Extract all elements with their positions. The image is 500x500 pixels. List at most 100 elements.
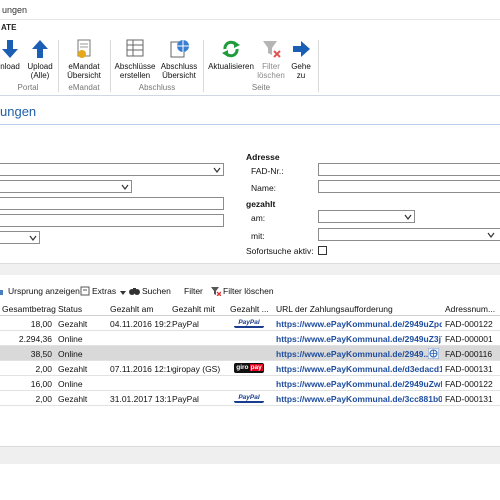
- emandat-document-icon: [77, 39, 91, 58]
- extras-dropdown-button[interactable]: Extras: [80, 286, 128, 296]
- cell-paid-with: PayPal: [172, 394, 199, 404]
- cell-url[interactable]: https://www.ePayKommunal.de/3cc881b0-...: [276, 394, 442, 404]
- instant-search-label: Sofortsuche aktiv:: [246, 246, 314, 256]
- create-closings-button[interactable]: Abschlüsse erstellen: [114, 38, 156, 80]
- globe-document-icon: [170, 40, 189, 58]
- extras-icon: [80, 286, 90, 296]
- cell-address-number: FAD-000001: [445, 334, 493, 344]
- cell-url[interactable]: https://www.ePayKommunal.de/2949...: [276, 349, 442, 359]
- emandat-label: eMandat Übersicht: [67, 62, 101, 80]
- upload-label: Upload (Alle): [27, 62, 53, 80]
- name-field[interactable]: [318, 180, 500, 193]
- group-label-seite: Seite: [251, 83, 271, 92]
- cell-paid-on: 04.11.2016 19:21: [110, 319, 172, 329]
- download-button[interactable]: nload: [0, 38, 24, 71]
- filter-text-2[interactable]: [0, 214, 224, 227]
- table-row[interactable]: 2,00 Gezahlt 31.01.2017 13:18 PayPal https:/…: [0, 391, 500, 406]
- table-row[interactable]: 18,00 Gezahlt 04.11.2016 19:21 PayPal https:…: [0, 316, 500, 331]
- instant-search-checkbox[interactable]: [318, 246, 327, 255]
- column-header-paid-with[interactable]: Gezahlt mit: [172, 304, 228, 314]
- chevron-down-icon: [121, 184, 129, 190]
- cell-address-number: FAD-000131: [445, 364, 493, 374]
- refresh-button[interactable]: Aktualisieren: [206, 38, 256, 71]
- fad-label: FAD-Nr.:: [251, 166, 284, 176]
- table-row[interactable]: 2,00 Gezahlt 07.11.2016 12:16 giropay (GS) h…: [0, 361, 500, 376]
- cell-url[interactable]: https://www.ePayKommunal.de/2949uZ3j7...: [276, 334, 442, 344]
- column-header-total[interactable]: Gesamtbetrag: [2, 304, 58, 314]
- cell-address-number: FAD-000131: [445, 394, 493, 404]
- cell-status: Online: [58, 379, 83, 389]
- cell-url[interactable]: https://www.ePayKommunal.de/2949uZwb...: [276, 379, 442, 389]
- refresh-icon: [222, 40, 240, 58]
- cell-url[interactable]: https://www.ePayKommunal.de/d3edacd1-...: [276, 364, 442, 374]
- closing-overview-label: Abschluss Übersicht: [160, 62, 198, 80]
- filter-clear-icon: [263, 41, 281, 58]
- show-origin-button[interactable]: Ursprung anzeigen: [0, 286, 80, 296]
- cell-status: Gezahlt: [58, 394, 88, 404]
- cell-total: 2.294,36: [18, 334, 52, 344]
- chevron-down-icon: [404, 214, 412, 220]
- ribbon-separator: [110, 40, 111, 92]
- column-header-paid-logo[interactable]: Gezahlt ...: [230, 304, 270, 314]
- column-header-status[interactable]: Status: [58, 304, 104, 314]
- emandat-overview-button[interactable]: eMandat Übersicht: [62, 38, 106, 80]
- filter-text-1[interactable]: [0, 197, 224, 210]
- bottom-panel: [0, 446, 500, 464]
- cell-address-number: FAD-000116: [445, 349, 493, 359]
- search-button[interactable]: Suchen: [129, 286, 171, 296]
- cell-paid-with: PayPal: [172, 319, 199, 329]
- clear-filter-ribbon-button[interactable]: Filter löschen: [256, 38, 286, 80]
- cell-total: 16,00: [30, 379, 52, 389]
- cell-url[interactable]: https://www.ePayKommunal.de/2949uZpd...: [276, 319, 442, 329]
- refresh-label: Aktualisieren: [208, 62, 254, 71]
- arrow-right-icon: [293, 41, 310, 57]
- paid-on-label: am:: [251, 213, 266, 223]
- paypal-logo-text: PayPal: [238, 394, 260, 401]
- giropay-logo-text-left: giro: [236, 364, 249, 371]
- show-origin-label: Ursprung anzeigen: [8, 286, 80, 296]
- cell-paid-with: giropay (GS): [172, 364, 221, 374]
- open-url-globe-icon[interactable]: [428, 348, 439, 359]
- group-label-portal: Portal: [17, 83, 39, 92]
- clear-filter-button[interactable]: Filter löschen: [211, 286, 274, 297]
- binoculars-icon: [129, 288, 140, 295]
- column-header-address-number[interactable]: Adressnum...: [445, 304, 500, 314]
- table-row[interactable]: 38,50 Online https://www.ePayKommunal.de/2…: [0, 346, 500, 361]
- caret-down-icon: [120, 291, 127, 295]
- ribbon-separator: [58, 40, 59, 92]
- extras-label: Extras: [92, 286, 117, 296]
- filter-combo-3[interactable]: [0, 231, 40, 244]
- filter-label: Filter: [184, 286, 203, 296]
- table-row[interactable]: 16,00 Online https://www.ePayKommunal.de/2…: [0, 376, 500, 391]
- table-row[interactable]: 2.294,36 Online https://www.ePayKommunal.d…: [0, 331, 500, 346]
- column-header-paid-on[interactable]: Gezahlt am: [110, 304, 170, 314]
- cell-paid-on: 31.01.2017 13:18: [110, 394, 172, 404]
- filter-clear-icon: [211, 287, 222, 297]
- cell-status: Gezahlt: [58, 364, 88, 374]
- fad-number-field[interactable]: [318, 163, 500, 176]
- upload-arrow-icon: [32, 40, 48, 58]
- origin-icon: [0, 290, 3, 295]
- cell-status: Gezahlt: [58, 319, 88, 329]
- filter-combo-1[interactable]: [0, 163, 224, 176]
- closing-overview-button[interactable]: Abschluss Übersicht: [158, 38, 200, 80]
- table-document-icon: [126, 39, 144, 57]
- cell-address-number: FAD-000122: [445, 319, 493, 329]
- ribbon-tab[interactable]: ATE: [1, 23, 16, 32]
- cell-status: Online: [58, 349, 83, 359]
- upload-all-button[interactable]: Upload (Alle): [26, 38, 54, 80]
- cell-total: 2,00: [35, 394, 52, 404]
- cell-address-number: FAD-000122: [445, 379, 493, 389]
- filter-combo-2[interactable]: [0, 180, 132, 193]
- heading-divider: [0, 124, 500, 125]
- column-header-url[interactable]: URL der Zahlungsaufforderung: [276, 304, 442, 314]
- paid-with-combo[interactable]: [318, 228, 500, 241]
- title-bar: ungen: [0, 0, 500, 20]
- paid-on-date-combo[interactable]: [318, 210, 415, 223]
- filter-button[interactable]: Filter: [184, 286, 203, 296]
- grid-toolbar: Ursprung anzeigen Extras Suchen Filter F…: [0, 283, 500, 299]
- cell-paid-on: 07.11.2016 12:16: [110, 364, 172, 374]
- ribbon-tabs: ATE: [0, 20, 500, 36]
- goto-button[interactable]: Gehe zu: [288, 38, 314, 80]
- cell-total: 38,50: [30, 349, 52, 359]
